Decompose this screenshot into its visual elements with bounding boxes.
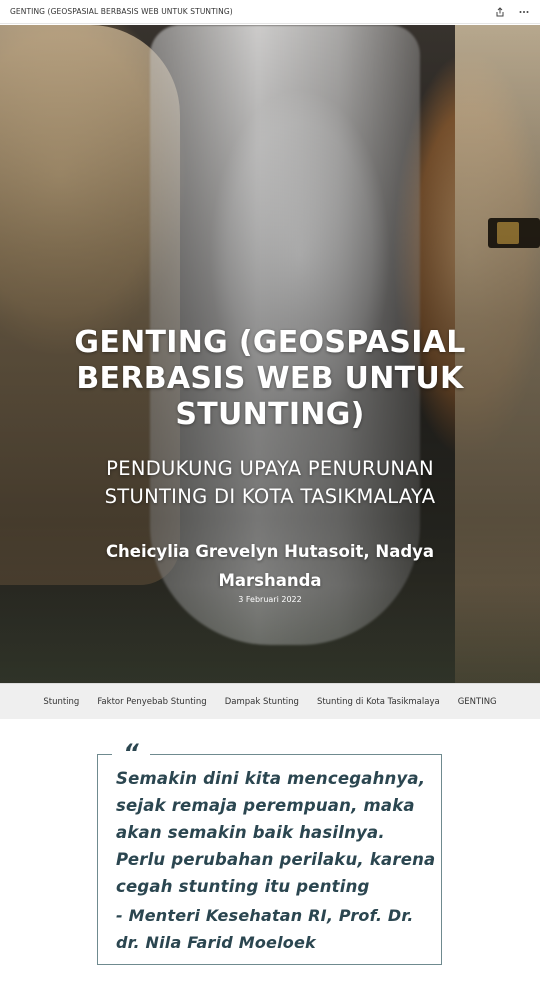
- page-subtitle: PENDUKUNG UPAYA PENURUNAN STUNTING DI KO…: [104, 457, 436, 508]
- header-actions: [494, 6, 530, 18]
- section-nav: Stunting Faktor Penyebab Stunting Dampak…: [0, 683, 540, 719]
- hero-text-block: GENTING (GEOSPASIAL BERBASIS WEB UNTUK S…: [0, 25, 540, 683]
- header-title: GENTING (GEOSPASIAL BERBASIS WEB UNTUK S…: [10, 7, 233, 16]
- nav-item-faktor-penyebab[interactable]: Faktor Penyebab Stunting: [88, 697, 215, 707]
- quote-author: - Menteri Kesehatan RI, Prof. Dr. dr. Ni…: [116, 906, 414, 952]
- quote-mark-icon: “: [112, 741, 150, 765]
- more-horizontal-icon[interactable]: [518, 6, 530, 18]
- top-header-bar: GENTING (GEOSPASIAL BERBASIS WEB UNTUK S…: [0, 0, 540, 24]
- nav-item-dampak[interactable]: Dampak Stunting: [216, 697, 308, 707]
- publish-date: 3 Februari 2022: [238, 595, 302, 604]
- hero-banner: GENTING (GEOSPASIAL BERBASIS WEB UNTUK S…: [0, 25, 540, 683]
- page-title: GENTING (GEOSPASIAL BERBASIS WEB UNTUK S…: [74, 325, 466, 432]
- quote-text: Semakin dini kita mencegahnya, sejak rem…: [116, 769, 436, 896]
- authors: Cheicylia Grevelyn Hutasoit, Nadya Marsh…: [105, 542, 435, 590]
- nav-item-stunting[interactable]: Stunting: [34, 697, 88, 707]
- nav-item-stunting-tasikmalaya[interactable]: Stunting di Kota Tasikmalaya: [308, 697, 449, 707]
- share-icon[interactable]: [494, 6, 506, 18]
- nav-item-genting[interactable]: GENTING: [449, 697, 506, 707]
